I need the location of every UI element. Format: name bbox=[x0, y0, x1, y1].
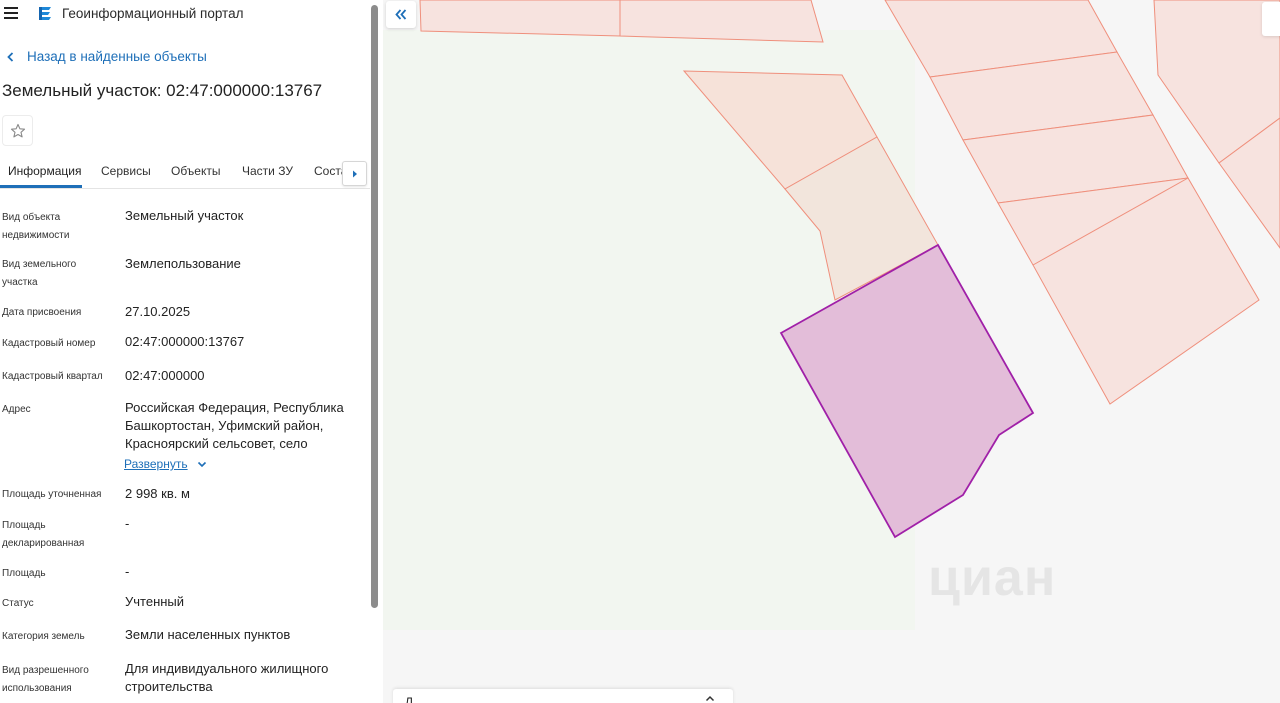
property-label: Вид объекта недвижимости bbox=[2, 212, 70, 241]
property-value: Учтенный bbox=[125, 594, 185, 609]
portal-logo-icon bbox=[39, 7, 51, 20]
expand-link-label: Развернуть bbox=[124, 457, 188, 471]
double-chevron-left-icon bbox=[395, 9, 407, 20]
property-label: Вид разрешенного использования bbox=[2, 665, 89, 694]
collapse-panel-button[interactable] bbox=[386, 1, 416, 28]
property-value: 27.10.2025 bbox=[125, 304, 191, 319]
chevron-left-icon bbox=[7, 51, 14, 62]
property-value: 02:47:000000 bbox=[125, 368, 205, 383]
property-label: Статус bbox=[2, 598, 34, 609]
property-label: Дата присвоения bbox=[2, 307, 82, 318]
property-value: - bbox=[125, 516, 130, 531]
map-view[interactable]: циан Л bbox=[383, 0, 1280, 703]
property-label: Площадь декларированная bbox=[2, 520, 85, 549]
active-tab-indicator bbox=[0, 185, 82, 188]
menu-icon[interactable] bbox=[4, 7, 18, 19]
app-title: Геоинформационный портал bbox=[62, 6, 244, 21]
tab-information[interactable]: Информация bbox=[8, 164, 81, 178]
panel-scrollbar[interactable] bbox=[371, 5, 378, 608]
parcel bbox=[619, 0, 824, 43]
chevron-down-icon bbox=[197, 461, 206, 467]
page-title: Земельный участок: 02:47:000000:13767 bbox=[2, 81, 323, 100]
property-label: Адрес bbox=[2, 404, 31, 415]
object-info-panel: Геоинформационный портал Назад в найденн… bbox=[0, 0, 383, 703]
property-value: 2 998 кв. м bbox=[125, 486, 190, 501]
expand-address-link[interactable]: Развернуть bbox=[124, 457, 207, 471]
bottom-panel-label: Л bbox=[405, 695, 413, 703]
address-value: Российская Федерация, Республика Башкорт… bbox=[125, 400, 344, 451]
watermark-logo: циан bbox=[928, 549, 1057, 607]
back-to-results-link[interactable]: Назад в найденные объекты bbox=[6, 49, 207, 64]
map-control-button[interactable] bbox=[1262, 2, 1280, 36]
tab-scroll-right-button[interactable] bbox=[342, 161, 367, 186]
property-value: Для индивидуального жилищного строительс… bbox=[125, 661, 329, 694]
back-link-label: Назад в найденные объекты bbox=[27, 49, 207, 64]
tab-bar: Информация Сервисы Объекты Части ЗУ Сост… bbox=[0, 155, 370, 189]
property-label: Категория земель bbox=[2, 631, 85, 642]
property-label: Кадастровый квартал bbox=[2, 371, 103, 382]
property-value: Земельный участок bbox=[125, 208, 244, 223]
property-value: Землепользование bbox=[125, 256, 241, 271]
property-value: - bbox=[125, 564, 130, 579]
parcel bbox=[419, 0, 621, 37]
map-bottom-panel[interactable]: Л bbox=[393, 689, 733, 703]
property-label: Площадь bbox=[2, 568, 46, 579]
tab-parcel-parts[interactable]: Части ЗУ bbox=[242, 164, 293, 178]
property-label: Кадастровый номер bbox=[2, 338, 96, 349]
star-icon bbox=[10, 123, 26, 138]
property-value: 02:47:000000:13767 bbox=[125, 334, 245, 349]
favorite-button[interactable] bbox=[2, 115, 33, 146]
chevron-up-icon bbox=[705, 695, 715, 702]
top-bar: Геоинформационный портал bbox=[0, 0, 383, 28]
chevron-right-icon bbox=[353, 170, 357, 178]
tab-objects[interactable]: Объекты bbox=[171, 164, 221, 178]
map-canvas bbox=[383, 0, 1280, 630]
tab-services[interactable]: Сервисы bbox=[101, 164, 151, 178]
property-value: Земли населенных пунктов bbox=[125, 627, 291, 642]
property-label: Площадь уточненная bbox=[2, 489, 102, 500]
property-label: Вид земельного участка bbox=[2, 259, 77, 288]
